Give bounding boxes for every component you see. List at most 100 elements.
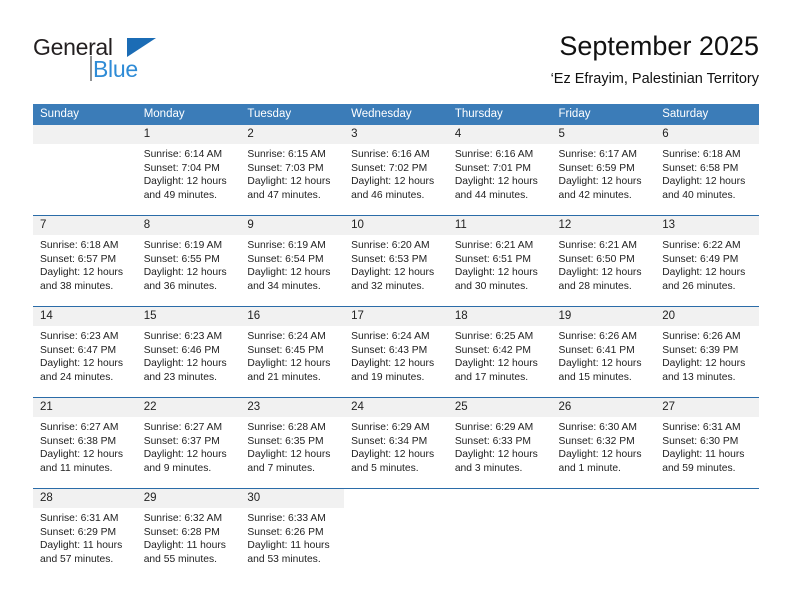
calendar-day-cell[interactable]: 22 Sunrise: 6:27 AM Sunset: 6:37 PM Dayligh… — [136, 397, 241, 482]
sunset-text: Sunset: 6:46 PM — [143, 344, 220, 356]
daylight-text-line2: and 49 minutes. — [143, 189, 217, 201]
sunset-text: Sunset: 6:28 PM — [143, 526, 220, 538]
calendar-day-cell — [447, 488, 552, 573]
sunrise-text: Sunrise: 6:20 AM — [351, 240, 430, 251]
daylight-text-line2: and 40 minutes. — [662, 189, 736, 201]
daylight-text-line2: and 1 minute. — [558, 462, 621, 474]
daylight-text-line2: and 19 minutes. — [351, 371, 425, 383]
daylight-text-line2: and 26 minutes. — [662, 280, 736, 292]
day-number: 4 — [447, 125, 552, 144]
day-details: Sunrise: 6:29 AM Sunset: 6:34 PM Daylight:… — [344, 417, 448, 475]
sunset-text: Sunset: 6:39 PM — [662, 344, 739, 356]
sunrise-text: Sunrise: 6:21 AM — [558, 240, 637, 251]
day-details: Sunrise: 6:21 AM Sunset: 6:51 PM Daylight:… — [448, 235, 552, 293]
calendar-day-cell[interactable]: 2 Sunrise: 6:15 AM Sunset: 7:03 PM Daylight… — [240, 125, 345, 209]
calendar-day-cell[interactable]: 4 Sunrise: 6:16 AM Sunset: 7:01 PM Daylight… — [447, 125, 552, 209]
sunrise-text: Sunrise: 6:24 AM — [351, 331, 430, 342]
day-details: Sunrise: 6:24 AM Sunset: 6:45 PM Daylight:… — [240, 326, 344, 384]
daylight-text-line2: and 11 minutes. — [40, 462, 113, 474]
calendar-day-cell[interactable]: 13 Sunrise: 6:22 AM Sunset: 6:49 PM Dayligh… — [655, 215, 759, 300]
calendar-day-cell[interactable]: 14 Sunrise: 6:23 AM Sunset: 6:47 PM Dayligh… — [33, 306, 137, 391]
daylight-text-line1: Daylight: 12 hours — [454, 449, 538, 460]
sunrise-text: Sunrise: 6:22 AM — [662, 240, 741, 251]
calendar-day-cell[interactable]: 9 Sunrise: 6:19 AM Sunset: 6:54 PM Daylight… — [240, 215, 345, 300]
day-details: Sunrise: 6:22 AM Sunset: 6:49 PM Daylight:… — [655, 235, 759, 293]
day-number: 18 — [447, 307, 552, 326]
logo-divider — [90, 56, 92, 81]
daylight-text-line1: Daylight: 12 hours — [351, 449, 435, 460]
daylight-text-line2: and 53 minutes. — [247, 553, 321, 565]
sunset-text: Sunset: 6:33 PM — [454, 435, 531, 447]
weekday-header-saturday: Saturday — [655, 104, 759, 125]
sunrise-text: Sunrise: 6:31 AM — [40, 513, 119, 524]
calendar-day-cell[interactable]: 30 Sunrise: 6:33 AM Sunset: 6:26 PM Dayligh… — [240, 488, 345, 573]
calendar-day-cell[interactable]: 24 Sunrise: 6:29 AM Sunset: 6:34 PM Dayligh… — [344, 397, 448, 482]
sunset-text: Sunset: 6:32 PM — [558, 435, 635, 447]
calendar-day-cell[interactable]: 17 Sunrise: 6:24 AM Sunset: 6:43 PM Dayligh… — [344, 306, 448, 391]
calendar-day-cell[interactable]: 23 Sunrise: 6:28 AM Sunset: 6:35 PM Dayligh… — [240, 397, 345, 482]
day-number: 12 — [551, 216, 656, 235]
daylight-text-line2: and 59 minutes. — [662, 462, 736, 474]
calendar-day-cell[interactable]: 26 Sunrise: 6:30 AM Sunset: 6:32 PM Dayligh… — [551, 397, 656, 482]
day-details: Sunrise: 6:27 AM Sunset: 6:37 PM Daylight:… — [137, 417, 241, 475]
calendar-day-cell[interactable]: 12 Sunrise: 6:21 AM Sunset: 6:50 PM Dayligh… — [551, 215, 656, 300]
daylight-text-line2: and 9 minutes. — [143, 462, 212, 474]
day-number: 2 — [240, 125, 345, 144]
daylight-text-line2: and 44 minutes. — [454, 189, 529, 201]
sunset-text: Sunset: 6:57 PM — [40, 253, 117, 265]
sunrise-text: Sunrise: 6:27 AM — [40, 422, 119, 433]
calendar-day-cell[interactable]: 8 Sunrise: 6:19 AM Sunset: 6:55 PM Daylight… — [136, 215, 241, 300]
day-details: Sunrise: 6:16 AM Sunset: 7:02 PM Daylight:… — [344, 144, 448, 202]
calendar-day-cell[interactable]: 11 Sunrise: 6:21 AM Sunset: 6:51 PM Dayligh… — [447, 215, 552, 300]
calendar-day-cell[interactable]: 27 Sunrise: 6:31 AM Sunset: 6:30 PM Dayligh… — [655, 397, 759, 482]
calendar-day-cell[interactable]: 21 Sunrise: 6:27 AM Sunset: 6:38 PM Dayligh… — [33, 397, 137, 482]
day-number — [448, 489, 552, 508]
daylight-text-line2: and 55 minutes. — [143, 553, 217, 565]
daylight-text-line2: and 13 minutes. — [662, 371, 736, 383]
daylight-text-line1: Daylight: 12 hours — [351, 267, 435, 278]
sunset-text: Sunset: 6:34 PM — [351, 435, 428, 447]
weekday-header-tuesday: Tuesday — [240, 104, 345, 125]
calendar-day-cell[interactable] — [33, 125, 137, 209]
general-blue-logo[interactable]: General Blue — [33, 34, 213, 90]
calendar-day-cell[interactable]: 28 Sunrise: 6:31 AM Sunset: 6:29 PM Dayligh… — [33, 488, 137, 573]
sunset-text: Sunset: 6:26 PM — [247, 526, 324, 538]
daylight-text-line1: Daylight: 12 hours — [454, 358, 538, 369]
sunset-text: Sunset: 6:49 PM — [662, 253, 739, 265]
sunrise-text: Sunrise: 6:29 AM — [454, 422, 534, 433]
calendar-day-cell[interactable]: 7 Sunrise: 6:18 AM Sunset: 6:57 PM Daylight… — [33, 215, 137, 300]
daylight-text-line1: Daylight: 12 hours — [143, 358, 227, 369]
day-details: Sunrise: 6:24 AM Sunset: 6:43 PM Daylight:… — [344, 326, 448, 384]
daylight-text-line2: and 42 minutes. — [558, 189, 632, 201]
calendar-day-cell[interactable]: 1 Sunrise: 6:14 AM Sunset: 7:04 PM Daylight… — [136, 125, 241, 209]
calendar-day-cell — [655, 488, 759, 573]
calendar-week-row: 28 Sunrise: 6:31 AM Sunset: 6:29 PM Dayligh… — [33, 488, 759, 573]
calendar-day-cell — [344, 488, 448, 573]
calendar-day-cell[interactable]: 3 Sunrise: 6:16 AM Sunset: 7:02 PM Daylight… — [344, 125, 448, 209]
calendar-day-cell[interactable]: 16 Sunrise: 6:24 AM Sunset: 6:45 PM Dayligh… — [240, 306, 345, 391]
calendar-day-cell[interactable]: 19 Sunrise: 6:26 AM Sunset: 6:41 PM Dayligh… — [551, 306, 656, 391]
calendar-day-cell[interactable]: 15 Sunrise: 6:23 AM Sunset: 6:46 PM Dayligh… — [136, 306, 241, 391]
daylight-text-line1: Daylight: 12 hours — [40, 358, 123, 369]
daylight-text-line1: Daylight: 12 hours — [662, 176, 746, 187]
sunset-text: Sunset: 7:01 PM — [454, 162, 531, 174]
calendar-day-cell[interactable]: 10 Sunrise: 6:20 AM Sunset: 6:53 PM Dayligh… — [344, 215, 448, 300]
calendar-day-cell[interactable]: 6 Sunrise: 6:18 AM Sunset: 6:58 PM Daylight… — [655, 125, 759, 209]
calendar-day-cell[interactable]: 5 Sunrise: 6:17 AM Sunset: 6:59 PM Daylight… — [551, 125, 656, 209]
calendar-day-cell[interactable]: 25 Sunrise: 6:29 AM Sunset: 6:33 PM Dayligh… — [447, 397, 552, 482]
sunrise-text: Sunrise: 6:32 AM — [143, 513, 223, 524]
calendar-day-cell[interactable]: 20 Sunrise: 6:26 AM Sunset: 6:39 PM Dayligh… — [655, 306, 759, 391]
daylight-text-line2: and 5 minutes. — [351, 462, 419, 474]
calendar-day-cell[interactable]: 29 Sunrise: 6:32 AM Sunset: 6:28 PM Dayligh… — [136, 488, 241, 573]
daylight-text-line1: Daylight: 11 hours — [247, 540, 330, 551]
daylight-text-line1: Daylight: 11 hours — [662, 449, 745, 460]
daylight-text-line1: Daylight: 12 hours — [247, 449, 331, 460]
sunrise-text: Sunrise: 6:27 AM — [143, 422, 223, 433]
day-number: 6 — [655, 125, 759, 144]
calendar-day-cell[interactable]: 18 Sunrise: 6:25 AM Sunset: 6:42 PM Dayligh… — [447, 306, 552, 391]
day-details: Sunrise: 6:14 AM Sunset: 7:04 PM Daylight:… — [137, 144, 241, 202]
sunrise-text: Sunrise: 6:26 AM — [558, 331, 637, 342]
daylight-text-line1: Daylight: 11 hours — [40, 540, 123, 551]
sunrise-text: Sunrise: 6:26 AM — [662, 331, 741, 342]
day-details: Sunrise: 6:21 AM Sunset: 6:50 PM Daylight:… — [552, 235, 656, 293]
